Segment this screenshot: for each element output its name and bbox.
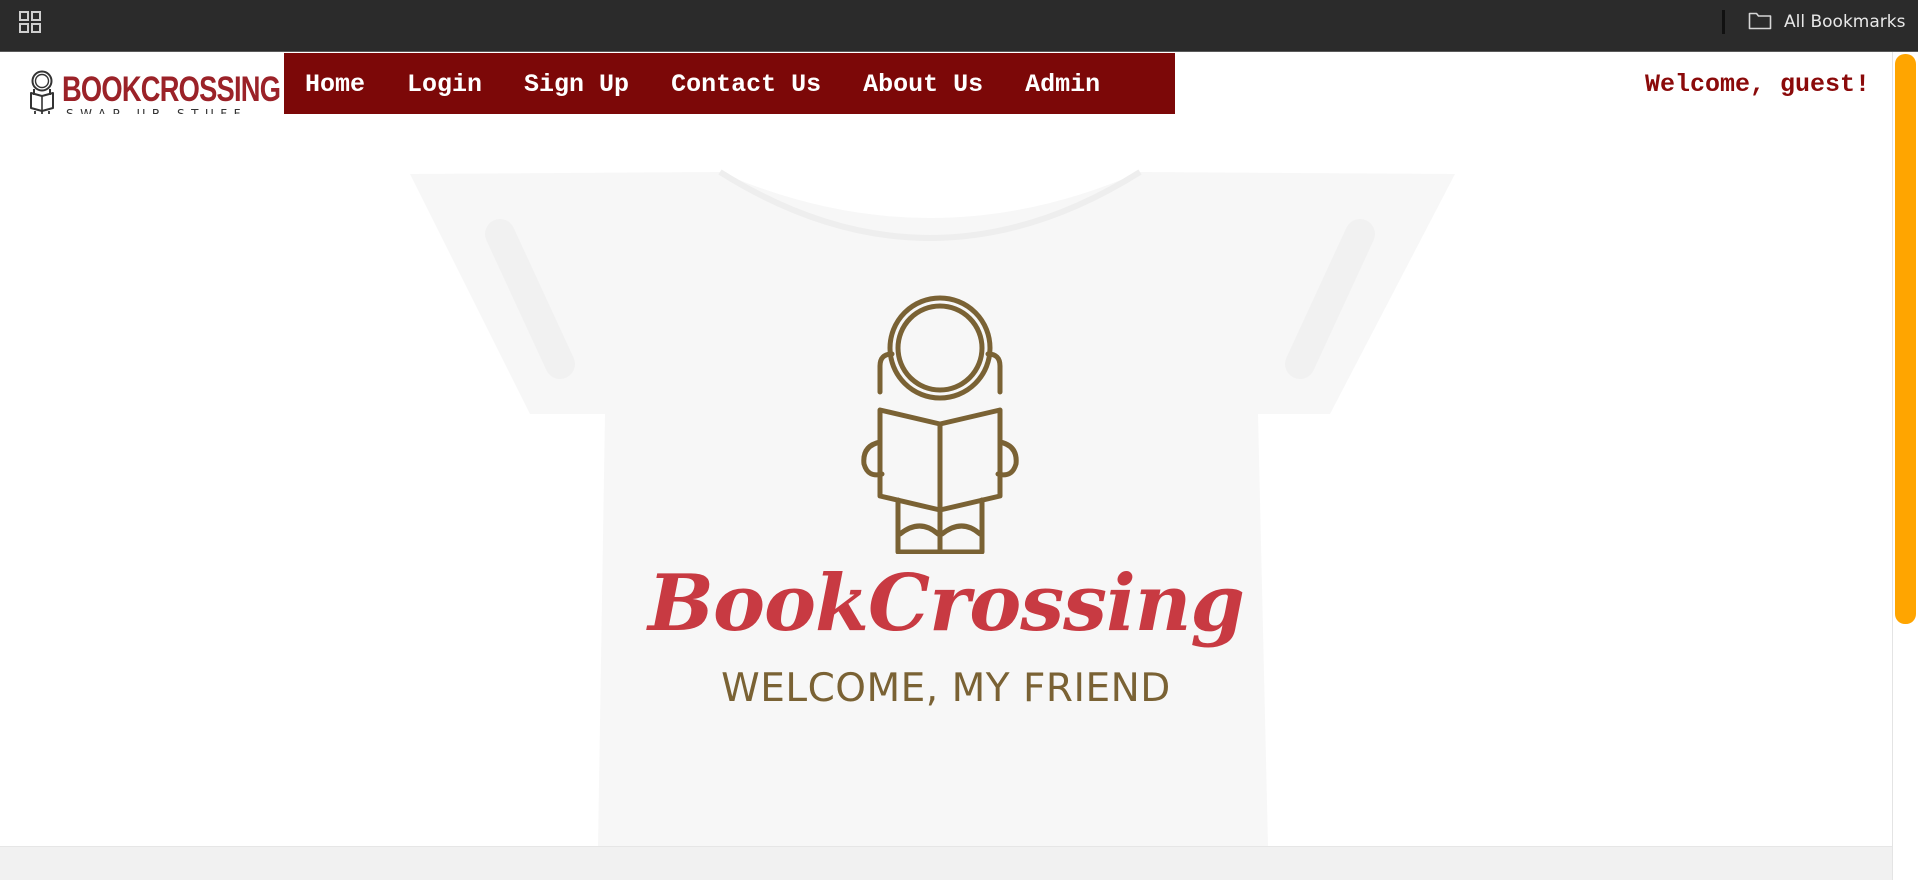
welcome-message: Welcome, guest! [1644, 70, 1870, 99]
folder-icon [1748, 10, 1772, 35]
bookmarks-separator [1722, 10, 1725, 34]
hero-subtitle: WELCOME, MY FRIEND [721, 666, 1171, 711]
scrollbar-thumb[interactable] [1895, 54, 1916, 624]
all-bookmarks-button[interactable]: All Bookmarks [1748, 9, 1905, 35]
page-bottom-strip [0, 846, 1892, 880]
logo-title: BOOKCROSSING [62, 70, 281, 109]
nav-home[interactable]: Home [305, 70, 365, 99]
hero-banner: BookCrossing WELCOME, MY FRIEND [0, 114, 1892, 846]
all-bookmarks-label: All Bookmarks [1784, 12, 1906, 32]
main-navigation: Home Login Sign Up Contact Us About Us A… [284, 53, 1175, 115]
hero-title: BookCrossing [648, 558, 1245, 649]
browser-bookmarks-bar: All Bookmarks [0, 0, 1918, 52]
astronaut-reading-icon [861, 295, 1019, 554]
nav-sign-up[interactable]: Sign Up [524, 70, 629, 99]
nav-about-us[interactable]: About Us [863, 70, 983, 99]
nav-admin[interactable]: Admin [1025, 70, 1100, 99]
nav-contact-us[interactable]: Contact Us [671, 70, 821, 99]
apps-grid-icon[interactable] [18, 10, 42, 34]
nav-login[interactable]: Login [407, 70, 482, 99]
